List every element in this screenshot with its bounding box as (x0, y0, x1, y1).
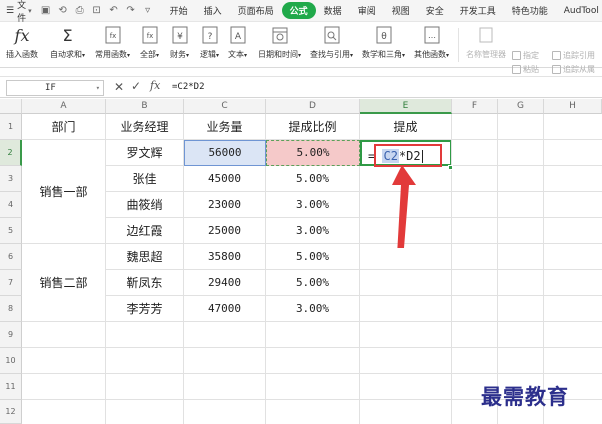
svg-text:?: ? (207, 32, 212, 42)
specify-icon (512, 51, 521, 60)
chevron-down-icon: ▾ (28, 6, 32, 15)
ribbon-divider (458, 28, 459, 62)
svg-text:…: … (428, 31, 436, 40)
math-trig-button[interactable]: θ 数学和三角▾ (362, 26, 405, 60)
text-functions-label: 文本 (228, 50, 244, 59)
trace-dependents-label: 追踪从属 (563, 65, 595, 74)
autosum-button[interactable]: Σ 自动求和▾ (50, 26, 85, 60)
cancel-icon[interactable]: ✕ (114, 80, 124, 94)
paste-icon (512, 65, 521, 74)
text-functions-icon: A (228, 26, 247, 46)
logical-label: 逻辑 (200, 50, 216, 59)
svg-text:fx: fx (146, 32, 153, 40)
name-box[interactable]: IF ▾ (6, 80, 104, 96)
watermark: 最需教育 (481, 384, 569, 409)
fill-handle[interactable] (448, 165, 453, 170)
tab-view[interactable]: 视图 (384, 4, 418, 17)
tab-home[interactable]: 开始 (162, 4, 196, 17)
recent-functions-label: 常用函数 (95, 50, 127, 59)
sigma-icon: Σ (62, 26, 73, 45)
tab-audtool[interactable]: AudTool (556, 6, 602, 16)
autosum-label: 自动求和 (50, 50, 82, 59)
tab-insert[interactable]: 插入 (196, 4, 230, 17)
recent-functions-button[interactable]: fx 常用函数▾ (95, 26, 130, 60)
trace-dependents-icon (552, 65, 561, 74)
tab-developer[interactable]: 开发工具 (452, 4, 504, 17)
financial-button[interactable]: ¥ 财务▾ (170, 26, 189, 60)
tab-formulas[interactable]: 公式 (281, 2, 316, 19)
undo-history-icon[interactable]: ⟲ (57, 5, 69, 16)
name-manager-button[interactable]: 名称管理器 (466, 26, 506, 60)
trace-precedents-label: 追踪引用 (563, 51, 595, 60)
financial-icon: ¥ (170, 26, 189, 46)
specify-button[interactable]: 指定 (512, 50, 539, 61)
datetime-label: 日期和时间 (258, 50, 298, 59)
name-box-value: IF (45, 83, 56, 93)
name-manager-icon (466, 26, 506, 46)
all-functions-label: 全部 (140, 50, 156, 59)
other-functions-button[interactable]: … 其他函数▾ (414, 26, 449, 60)
ribbon-formulas: fx 插入函数 Σ 自动求和▾ fx 常用函数▾ fx 全部▾ ¥ 财务▾ ? … (0, 22, 602, 74)
lookup-reference-label: 查找与引用 (310, 50, 350, 59)
paste-name-button[interactable]: 粘贴 (512, 64, 539, 75)
redo-icon[interactable]: ↷ (125, 5, 137, 16)
undo-icon[interactable]: ↶ (108, 5, 120, 16)
lookup-reference-button[interactable]: 查找与引用▾ (310, 26, 353, 60)
tab-security[interactable]: 安全 (418, 4, 452, 17)
paste-label: 粘贴 (523, 65, 539, 74)
fx-icon[interactable]: fx (150, 79, 160, 92)
tab-data[interactable]: 数据 (316, 4, 350, 17)
fx-icon: fx (14, 26, 30, 45)
svg-text:A: A (234, 32, 241, 42)
formula-bar: IF ▾ ✕ ✓ fx =C2*D2 (0, 76, 602, 98)
file-menu-label: 文件 (17, 0, 27, 24)
customize-chevron-icon[interactable]: ▿ (142, 5, 154, 16)
logical-icon: ? (200, 26, 219, 46)
file-menu[interactable]: ☰ 文件 ▾ (0, 0, 36, 24)
save-icon[interactable]: ▣ (40, 5, 52, 16)
print-preview-icon[interactable]: ⊡ (91, 5, 103, 16)
menu-bar: ☰ 文件 ▾ ▣ ⟲ ⎙ ⊡ ↶ ↷ ▿ 开始 插入 页面布局 公式 数据 审阅… (0, 0, 602, 24)
hamburger-icon: ☰ (6, 5, 15, 16)
svg-text:fx: fx (109, 32, 116, 40)
name-manager-label: 名称管理器 (466, 50, 506, 59)
other-functions-icon: … (414, 26, 449, 46)
calendar-icon (258, 26, 301, 46)
trace-precedents-button[interactable]: 追踪引用 (552, 50, 595, 61)
trace-dependents-button[interactable]: 追踪从属 (552, 64, 595, 75)
logical-button[interactable]: ? 逻辑▾ (200, 26, 219, 60)
tab-page-layout[interactable]: 页面布局 (230, 4, 282, 17)
insert-function-button[interactable]: fx 插入函数 (6, 26, 38, 60)
insert-function-label: 插入函数 (6, 50, 38, 59)
all-functions-button[interactable]: fx 全部▾ (140, 26, 159, 60)
lookup-icon (310, 26, 353, 46)
other-functions-label: 其他函数 (414, 50, 446, 59)
trace-precedents-icon (552, 51, 561, 60)
confirm-icon[interactable]: ✓ (131, 79, 141, 93)
svg-text:¥: ¥ (177, 32, 183, 42)
tab-review[interactable]: 审阅 (350, 4, 384, 17)
annotation-arrow (392, 165, 416, 248)
datetime-button[interactable]: 日期和时间▾ (258, 26, 301, 60)
print-icon[interactable]: ⎙ (74, 5, 86, 16)
empty-gridlines (22, 114, 602, 424)
formula-input[interactable]: =C2*D2 (172, 82, 205, 92)
spreadsheet-grid: A B C D E F G H 1 2 3 4 5 6 7 8 9 10 11 … (0, 99, 602, 424)
specify-label: 指定 (523, 51, 539, 60)
star-function-icon: fx (95, 26, 130, 46)
svg-text:θ: θ (381, 32, 387, 42)
all-functions-icon: fx (140, 26, 159, 46)
text-functions-button[interactable]: A 文本▾ (228, 26, 247, 60)
math-trig-label: 数学和三角 (362, 50, 402, 59)
tab-special-features[interactable]: 特色功能 (504, 4, 556, 17)
quick-access-toolbar: ▣ ⟲ ⎙ ⊡ ↶ ↷ ▿ (36, 5, 162, 16)
math-icon: θ (362, 26, 405, 46)
financial-label: 财务 (170, 50, 186, 59)
chevron-down-icon[interactable]: ▾ (96, 81, 100, 95)
